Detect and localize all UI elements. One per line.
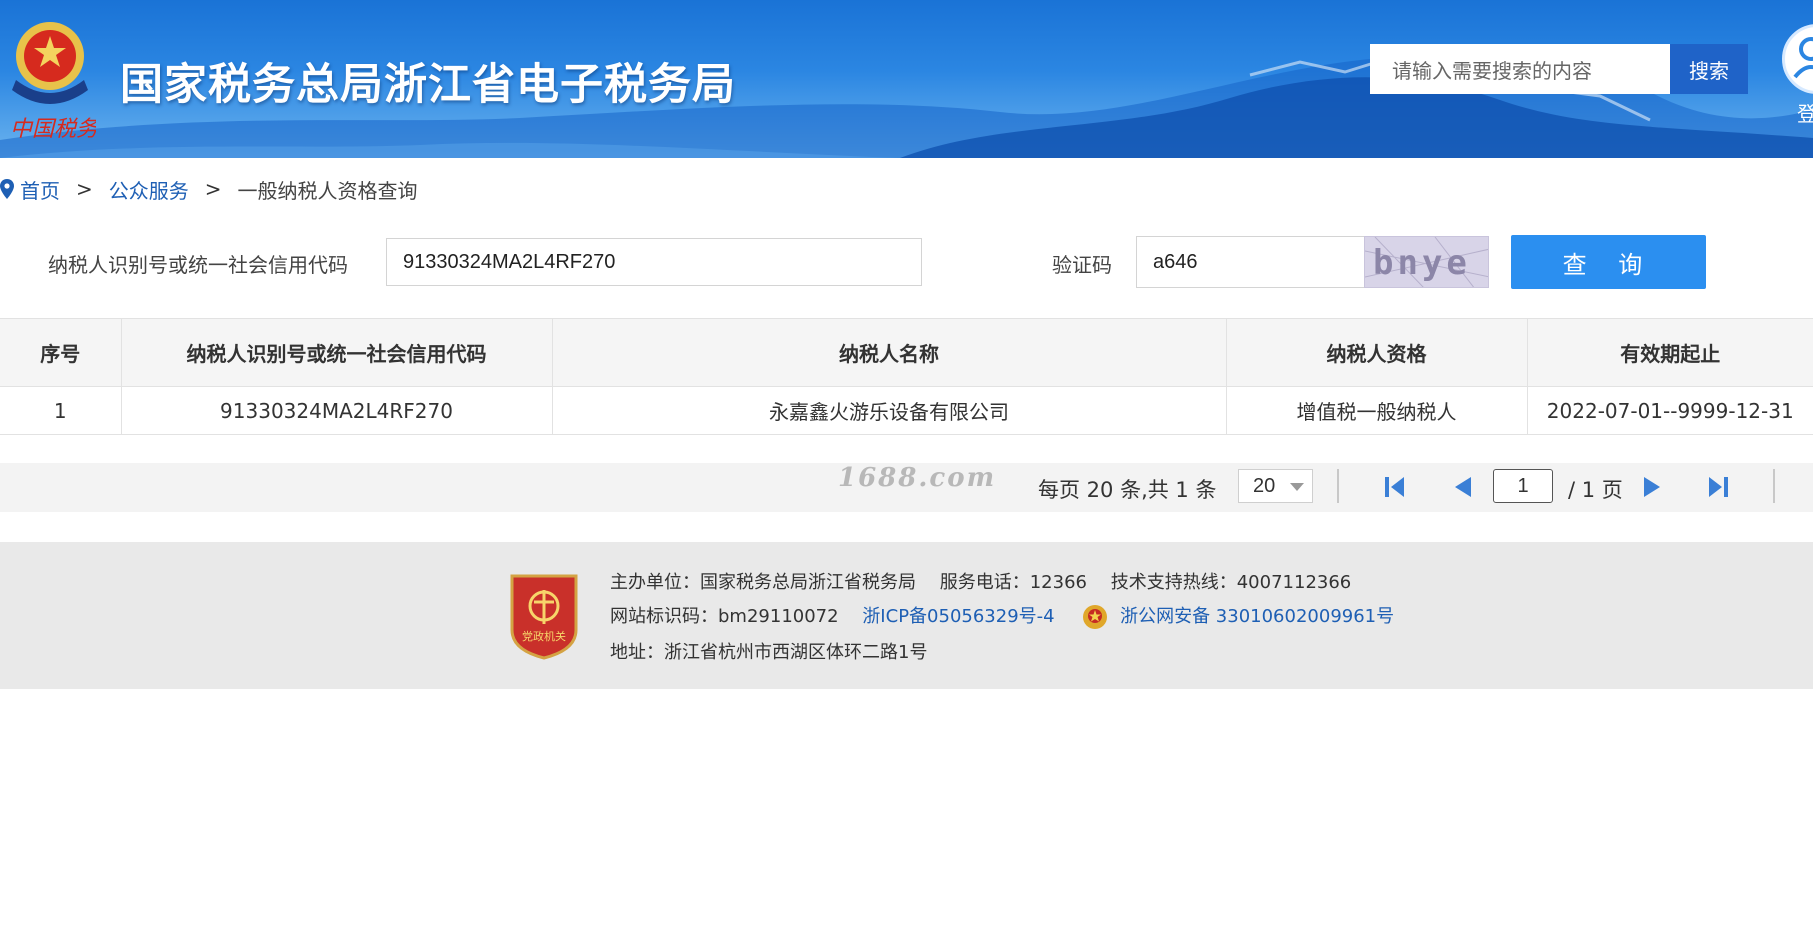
table-cell: 永嘉鑫火游乐设备有限公司: [551, 386, 1227, 435]
table-cell: 增值税一般纳税人: [1225, 386, 1528, 435]
column-header: 序号: [0, 318, 122, 387]
page-size-select[interactable]: 20: [1238, 469, 1313, 503]
next-page-icon[interactable]: [1640, 475, 1666, 499]
table-cell: 2022-07-01--9999-12-31: [1526, 386, 1813, 435]
captcha-image[interactable]: bnye: [1364, 236, 1489, 288]
svg-text:中国税务: 中国税务: [10, 117, 96, 142]
user-avatar-icon[interactable]: [1782, 24, 1813, 94]
site-id: 网站标识码：bm29110072: [610, 606, 839, 627]
search-input[interactable]: 请输入需要搜索的内容: [1370, 44, 1670, 94]
captcha-label: 验证码: [1052, 253, 1112, 277]
support-hotline: 技术支持热线：4007112366: [1110, 572, 1352, 593]
breadcrumb-public-service[interactable]: 公众服务: [109, 175, 189, 204]
police-badge-icon: [1083, 605, 1108, 629]
site-header: 中国税务 国家税务总局浙江省电子税务局 请输入需要搜索的内容 搜索 登: [0, 0, 1813, 158]
table-cell: 1: [0, 386, 122, 435]
footer-line-2: 网站标识码：bm29110072 浙ICP备05056329号-4 浙公网安备 …: [610, 602, 1394, 630]
column-header: 有效期起止: [1526, 318, 1813, 387]
column-header: 纳税人名称: [551, 318, 1227, 387]
site-footer: 党政机关 主办单位：国家税务总局浙江省税务局 服务电话：12366 技术支持热线…: [0, 542, 1813, 689]
table-row: 1 91330324MA2L4RF270 永嘉鑫火游乐设备有限公司 增值税一般纳…: [0, 386, 1813, 435]
divider: [1773, 469, 1775, 503]
badge-text: 党政机关: [522, 629, 566, 643]
chevron-down-icon: [1290, 483, 1304, 491]
result-table: 序号 纳税人识别号或统一社会信用代码 纳税人名称 纳税人资格 有效期起止 1 9…: [0, 318, 1813, 435]
breadcrumb-separator: >: [76, 177, 93, 201]
last-page-icon[interactable]: [1705, 475, 1731, 499]
gov-agency-badge-icon[interactable]: 党政机关: [508, 572, 580, 660]
breadcrumb-current: 一般纳税人资格查询: [237, 178, 418, 203]
page-number-input[interactable]: 1: [1493, 469, 1553, 503]
login-label[interactable]: 登: [1797, 98, 1813, 127]
user-icon: [1793, 37, 1813, 79]
page-size-value: 20: [1253, 474, 1276, 497]
pager-info: 每页 20 条,共 1 条: [1038, 478, 1217, 502]
breadcrumb-home[interactable]: 首页: [20, 175, 60, 204]
organizer: 主办单位：国家税务总局浙江省税务局: [610, 572, 916, 593]
breadcrumb: 首页 > 公众服务 > 一般纳税人资格查询: [0, 175, 418, 204]
captcha-text: bnye: [1373, 243, 1471, 283]
divider: [1337, 469, 1339, 503]
site-title: 国家税务总局浙江省电子税务局: [120, 60, 736, 110]
breadcrumb-separator: >: [204, 177, 222, 201]
prev-page-icon[interactable]: [1449, 475, 1475, 499]
column-header: 纳税人识别号或统一社会信用代码: [120, 318, 553, 387]
table-cell: 91330324MA2L4RF270: [120, 386, 553, 435]
police-record-link[interactable]: 浙公网安备 33010602009961号: [1120, 606, 1394, 627]
location-pin-icon: [0, 179, 14, 199]
search-button[interactable]: 搜索: [1670, 44, 1748, 94]
service-phone: 服务电话：12366: [939, 572, 1087, 593]
icp-link[interactable]: 浙ICP备05056329号-4: [862, 606, 1054, 627]
footer-line-1: 主办单位：国家税务总局浙江省税务局 服务电话：12366 技术支持热线：4007…: [610, 568, 1351, 594]
captcha-input[interactable]: a646: [1136, 236, 1366, 288]
footer-line-3: 地址：浙江省杭州市西湖区体环二路1号: [610, 638, 927, 664]
address: 地址：浙江省杭州市西湖区体环二路1号: [610, 642, 928, 663]
tax-emblem-icon: 中国税务: [10, 22, 96, 142]
query-button[interactable]: 查 询: [1511, 235, 1706, 289]
watermark: 1688.com: [838, 463, 997, 493]
total-pages: / 1 页: [1568, 478, 1623, 502]
column-header: 纳税人资格: [1225, 318, 1528, 387]
first-page-icon[interactable]: [1382, 475, 1408, 499]
table-header-row: 序号 纳税人识别号或统一社会信用代码 纳税人名称 纳税人资格 有效期起止: [0, 318, 1813, 387]
taxpayer-id-label: 纳税人识别号或统一社会信用代码: [48, 253, 348, 277]
taxpayer-id-input[interactable]: 91330324MA2L4RF270: [386, 238, 922, 286]
pagination-bar: 1688.com 每页 20 条,共 1 条 20 1 / 1 页: [0, 463, 1813, 512]
